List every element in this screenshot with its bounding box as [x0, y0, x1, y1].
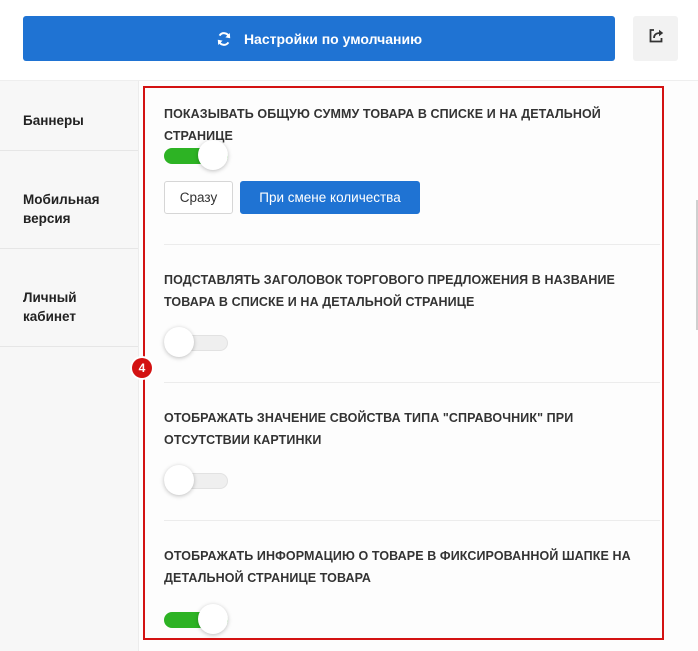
sidebar: Баннеры Мобильная версия Личный кабинет [0, 81, 139, 651]
option-immediately-button[interactable]: Сразу [164, 181, 233, 214]
annotation-marker: 4 [132, 358, 152, 378]
toggle-show-total[interactable] [164, 140, 230, 172]
setting-fixed-header-info: Отображать информацию о товаре в фиксиро… [164, 545, 660, 589]
sidebar-item-label: Баннеры [23, 113, 84, 128]
divider [164, 244, 660, 245]
setting-label: Отображать информацию о товаре в фиксиро… [164, 549, 631, 585]
sidebar-item-label: Мобильная версия [23, 192, 100, 226]
toggle-knob [198, 140, 228, 170]
divider [164, 382, 660, 383]
sidebar-item-mobile[interactable]: Мобильная версия [0, 151, 138, 249]
sidebar-item-cabinet[interactable]: Личный кабинет [0, 249, 138, 347]
setting-label: Подставлять заголовок торгового предложе… [164, 273, 615, 309]
toggle-offer-title[interactable] [164, 327, 230, 359]
toggle-directory-value[interactable] [164, 465, 230, 497]
toggle-knob [164, 327, 194, 357]
setting-directory-value: Отображать значение свойства типа "справ… [164, 407, 660, 451]
option-label: При смене количества [259, 190, 401, 205]
share-icon [647, 27, 665, 50]
toggle-fixed-header-info[interactable] [164, 604, 230, 636]
divider [164, 520, 660, 521]
default-settings-label: Настройки по умолчанию [243, 30, 423, 47]
refresh-icon [216, 31, 232, 47]
toggle-knob [164, 465, 194, 495]
share-button[interactable] [633, 16, 678, 61]
setting-show-total: Показывать общую сумму товара в списке и… [164, 103, 660, 147]
setting-offer-title: Подставлять заголовок торгового предложе… [164, 269, 660, 313]
setting-label: Отображать значение свойства типа "справ… [164, 411, 574, 447]
default-settings-button[interactable]: Настройки по умолчанию [23, 16, 615, 61]
option-label: Сразу [179, 190, 218, 205]
sidebar-item-label: Личный кабинет [23, 290, 77, 324]
option-on-quantity-change-button[interactable]: При смене количества [240, 181, 420, 214]
top-toolbar: Настройки по умолчанию [0, 0, 698, 81]
toggle-knob [198, 604, 228, 634]
setting-label: Показывать общую сумму товара в списке и… [164, 107, 601, 143]
sidebar-item-banners[interactable]: Баннеры [0, 81, 138, 151]
